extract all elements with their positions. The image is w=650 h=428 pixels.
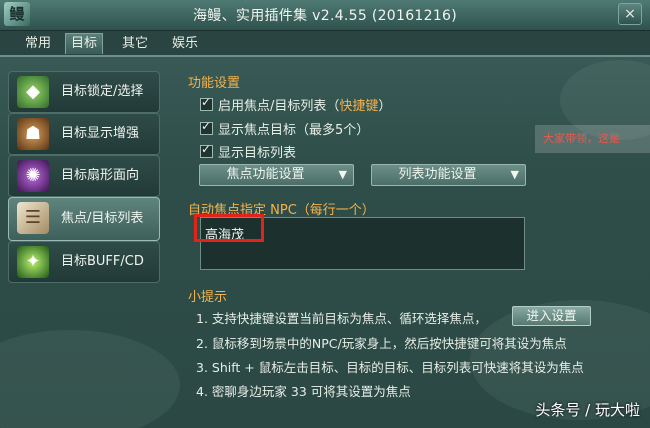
checkbox[interactable] xyxy=(200,119,213,135)
hotkey-link[interactable]: 快捷键 xyxy=(339,99,378,114)
dropdown-label: 焦点功能设置 xyxy=(226,167,305,182)
sidebar-item-target-display[interactable]: ☗ 目标显示增强 xyxy=(8,113,160,155)
sector-facing-icon: ✺ xyxy=(17,160,49,192)
tab-other[interactable]: 其它 xyxy=(117,34,153,54)
option-enable-focus-list[interactable]: 启用焦点/目标列表（快捷键） xyxy=(200,95,391,114)
tab-target[interactable]: 目标 xyxy=(65,33,104,54)
tab-bar: 常用 目标 其它 娱乐 xyxy=(0,31,650,57)
sidebar-item-label: 目标扇形面向 xyxy=(61,168,140,183)
watermark: 头条号 / 玩大啦 xyxy=(535,401,640,419)
dropdown-arrow-icon: ▼ xyxy=(338,168,347,181)
option-label: 启用焦点/目标列表（ xyxy=(218,99,340,114)
scroll-list-icon: ☰ xyxy=(17,202,49,234)
background-game-window: 大家带领，这是 xyxy=(535,125,650,153)
window-title: 海鳗、实用插件集 v2.4.55 (20161216) xyxy=(193,8,457,24)
sidebar-item-label: 焦点/目标列表 xyxy=(61,211,144,226)
section-title-settings: 功能设置 xyxy=(188,76,241,91)
sidebar-item-label: 目标BUFF/CD xyxy=(61,254,144,269)
sidebar-item-target-lock[interactable]: ◆ 目标锁定/选择 xyxy=(8,71,160,113)
dropdown-arrow-icon: ▼ xyxy=(510,168,519,181)
tip-line-4: 4. 密聊身边玩家 33 可将其设置为焦点 xyxy=(196,384,411,399)
enter-settings-button[interactable]: 进入设置 xyxy=(512,306,591,326)
plugin-window: 鳗 海鳗、实用插件集 v2.4.55 (20161216) × 常用 目标 其它… xyxy=(0,0,650,428)
option-show-focus-target[interactable]: 显示焦点目标（最多5个） xyxy=(200,119,369,138)
decor-cloud xyxy=(0,330,180,428)
sidebar-item-focus-list[interactable]: ☰ 焦点/目标列表 xyxy=(8,197,160,241)
checkbox[interactable] xyxy=(200,142,213,158)
option-label: 显示焦点目标（最多5个） xyxy=(218,123,370,138)
title-bar[interactable]: 鳗 海鳗、实用插件集 v2.4.55 (20161216) × xyxy=(0,0,650,31)
warrior-portrait-icon: ☗ xyxy=(17,118,49,150)
sidebar-item-label: 目标锁定/选择 xyxy=(61,84,144,99)
section-title-tips: 小提示 xyxy=(188,290,228,305)
dropdown-label: 列表功能设置 xyxy=(398,167,477,182)
checkbox[interactable] xyxy=(200,95,213,111)
option-label: 显示目标列表 xyxy=(218,146,297,161)
sidebar-item-buff-cd[interactable]: ✦ 目标BUFF/CD xyxy=(8,241,160,283)
tip-line-1: 1. 支持快捷键设置当前目标为焦点、循环选择焦点， xyxy=(196,311,487,326)
close-button[interactable]: × xyxy=(618,3,642,25)
option-label-suffix: ） xyxy=(378,99,392,114)
buff-figure-icon: ✦ xyxy=(17,246,49,278)
sidebar-item-label: 目标显示增强 xyxy=(61,126,140,141)
tab-entertainment[interactable]: 娱乐 xyxy=(167,34,203,54)
tip-line-3: 3. Shift + 鼠标左击目标、目标的目标、目标列表可快速将其设为焦点 xyxy=(196,360,584,375)
tip-line-2: 2. 鼠标移到场景中的NPC/玩家身上，然后按快捷键可将其设为焦点 xyxy=(196,336,567,351)
sidebar-item-sector-facing[interactable]: ✺ 目标扇形面向 xyxy=(8,155,160,197)
tab-common[interactable]: 常用 xyxy=(20,34,56,54)
option-show-target-list[interactable]: 显示目标列表 xyxy=(200,142,296,161)
focus-settings-dropdown[interactable]: 焦点功能设置 ▼ xyxy=(199,164,354,186)
list-settings-dropdown[interactable]: 列表功能设置 ▼ xyxy=(371,164,526,186)
red-highlight-box xyxy=(194,214,264,242)
target-lock-icon: ◆ xyxy=(17,76,49,108)
